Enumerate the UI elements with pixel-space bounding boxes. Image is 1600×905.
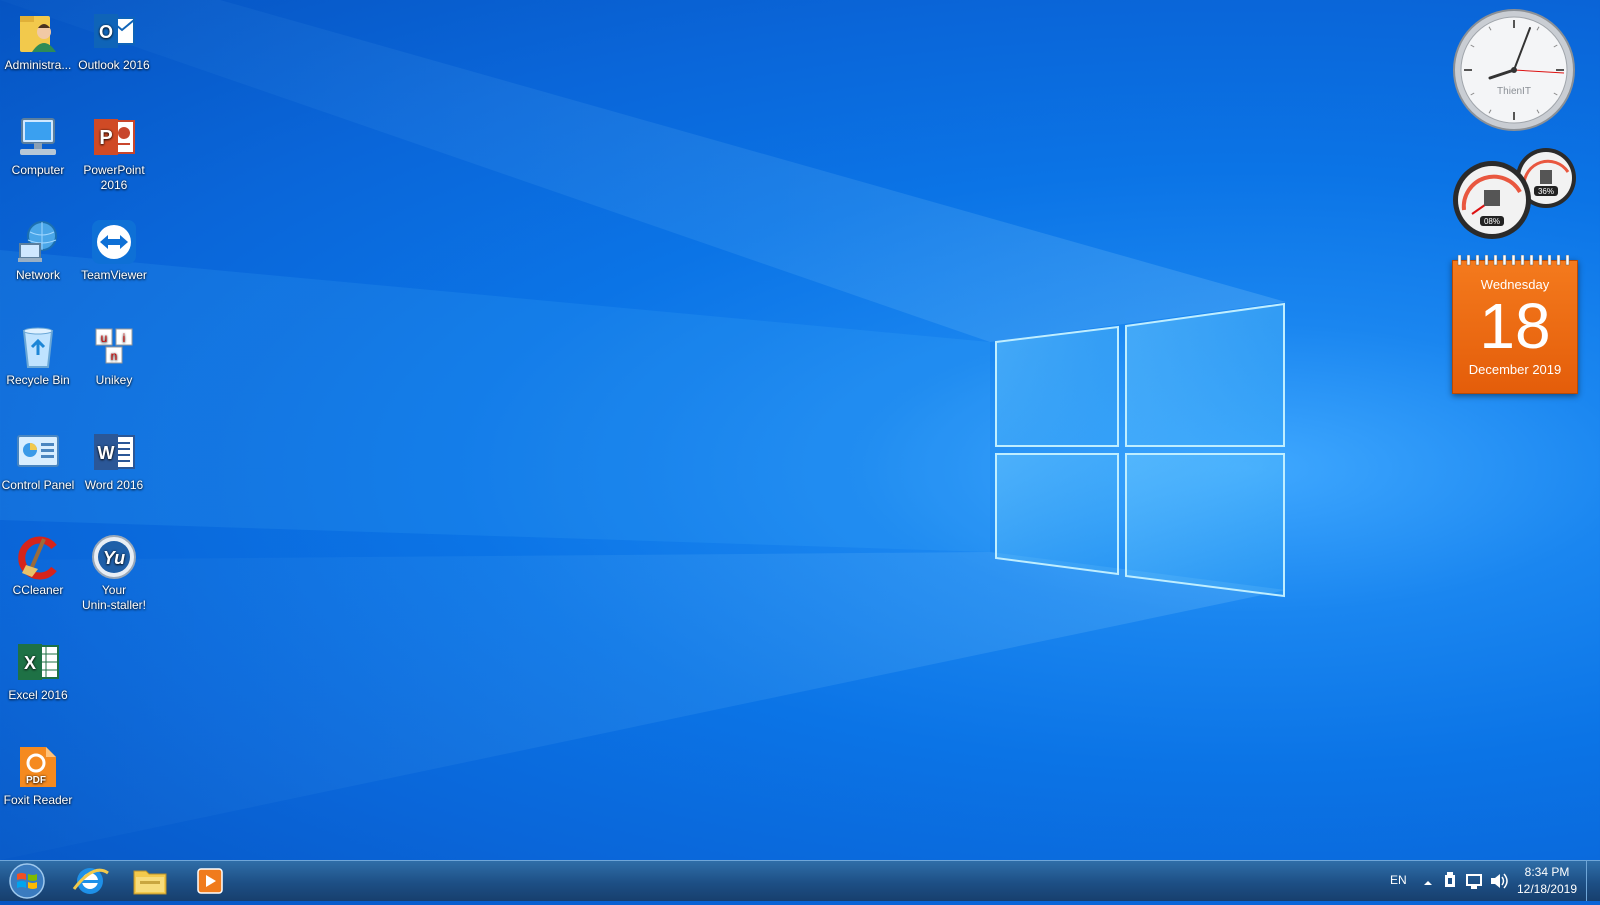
desktop-icon-foxit-reader[interactable]: PDF Foxit Reader	[0, 743, 76, 808]
internet-explorer-icon	[72, 868, 109, 894]
calendar-day-number: 18	[1479, 290, 1551, 362]
desktop-icon-computer[interactable]: Computer	[0, 113, 76, 178]
memory-percent: 36%	[1538, 187, 1554, 196]
powerpoint-icon: P	[90, 113, 138, 161]
icon-label: Excel 2016	[8, 688, 68, 702]
taskbar-file-explorer[interactable]	[122, 863, 178, 899]
tray-network[interactable]	[1464, 861, 1486, 901]
svg-text:O: O	[99, 22, 113, 42]
excel-icon: X	[14, 638, 62, 686]
icon-label: Administra...	[4, 58, 72, 72]
desktop-icon-network[interactable]: Network	[0, 218, 76, 283]
desktop-icon-powerpoint[interactable]: P PowerPoint 2016	[76, 113, 152, 193]
file-explorer-icon	[133, 870, 167, 895]
desktop-wallpaper	[0, 0, 1286, 860]
show-desktop-button[interactable]	[1586, 861, 1600, 901]
word-icon: W	[90, 428, 138, 476]
svg-text:X: X	[24, 653, 36, 673]
desktop-icon-control-panel[interactable]: Control Panel	[0, 428, 76, 493]
start-button[interactable]	[4, 862, 50, 900]
computer-icon	[14, 113, 62, 161]
calendar-gadget[interactable]: Wednesday 18 December 2019	[1452, 255, 1578, 394]
calendar-spiral	[1457, 255, 1570, 266]
desktop-icon-recycle-bin[interactable]: Recycle Bin	[0, 323, 76, 388]
desktop-icon-outlook[interactable]: O Outlook 2016	[76, 8, 152, 73]
desktop-icon-your-uninstaller[interactable]: Yu Your Unin-staller!	[76, 533, 152, 613]
volume-icon	[1491, 873, 1508, 889]
icon-label: CCleaner	[12, 583, 64, 597]
desktop-icon-ccleaner[interactable]: CCleaner	[0, 533, 76, 598]
network-icon	[14, 218, 62, 266]
network-status-icon	[1466, 874, 1482, 889]
svg-text:Yu: Yu	[103, 548, 125, 568]
uninstaller-icon: Yu	[90, 533, 138, 581]
calendar-month-year: December 2019	[1468, 362, 1562, 377]
desktop-icon-excel[interactable]: X Excel 2016	[0, 638, 76, 703]
svg-text:u: u	[101, 331, 108, 345]
svg-text:i: i	[123, 331, 126, 345]
icon-label: TeamViewer	[81, 268, 147, 282]
svg-text:W: W	[98, 443, 115, 463]
user-folder-icon	[14, 8, 62, 56]
tray-usb-device[interactable]	[1440, 861, 1462, 901]
chevron-up-icon	[1424, 881, 1432, 885]
svg-text:n: n	[111, 349, 118, 363]
svg-text:PDF: PDF	[26, 775, 46, 786]
show-hidden-icons-button[interactable]	[1420, 861, 1436, 901]
windows-start-icon	[9, 863, 45, 899]
outlook-icon: O	[90, 8, 138, 56]
taskbar-time: 8:34 PM	[1524, 865, 1570, 879]
desktop-icon-administrator[interactable]: Administra...	[0, 8, 76, 73]
desktop-icon-word[interactable]: W Word 2016	[76, 428, 152, 493]
unikey-icon: u in	[90, 323, 138, 371]
recycle-bin-icon	[14, 323, 62, 371]
icon-label: Unikey	[95, 373, 133, 387]
usb-device-icon	[1445, 872, 1455, 887]
icon-label: Outlook 2016	[78, 58, 150, 72]
taskbar-internet-explorer[interactable]	[62, 863, 118, 899]
icon-label: PowerPoint 2016	[83, 163, 145, 192]
windows-logo	[995, 302, 1285, 598]
icon-label: Your Unin-staller!	[81, 583, 147, 612]
cpu-meter-gadget[interactable]: 36% 08%	[1452, 148, 1576, 240]
icon-label: Control Panel	[1, 478, 75, 492]
taskbar-media-player[interactable]	[182, 863, 238, 899]
desktop-icon-unikey[interactable]: u in Unikey	[76, 323, 152, 388]
icon-label: Recycle Bin	[6, 373, 70, 387]
desktop-icon-teamviewer[interactable]: TeamViewer	[76, 218, 152, 283]
taskbar-clock[interactable]: 8:34 PM 12/18/2019	[1512, 864, 1582, 898]
icon-label: Network	[15, 268, 60, 282]
foxit-reader-icon: PDF	[14, 743, 62, 791]
icon-label: Word 2016	[84, 478, 144, 492]
clock-gadget[interactable]: ThienIT	[1452, 8, 1576, 132]
icon-label: Foxit Reader	[3, 793, 73, 807]
clock-brand: ThienIT	[1497, 86, 1531, 97]
control-panel-icon	[14, 428, 62, 476]
icon-label: Computer	[11, 163, 65, 177]
svg-text:P: P	[99, 127, 112, 149]
cpu-percent: 08%	[1484, 217, 1500, 226]
ccleaner-icon	[14, 533, 62, 581]
teamviewer-icon	[90, 218, 138, 266]
language-indicator[interactable]: EN	[1390, 873, 1407, 889]
taskbar-date: 12/18/2019	[1516, 882, 1578, 896]
media-player-icon	[197, 868, 223, 894]
tray-volume[interactable]	[1488, 861, 1510, 901]
taskbar: EN 8:34 PM 12/18/2019	[0, 860, 1600, 901]
